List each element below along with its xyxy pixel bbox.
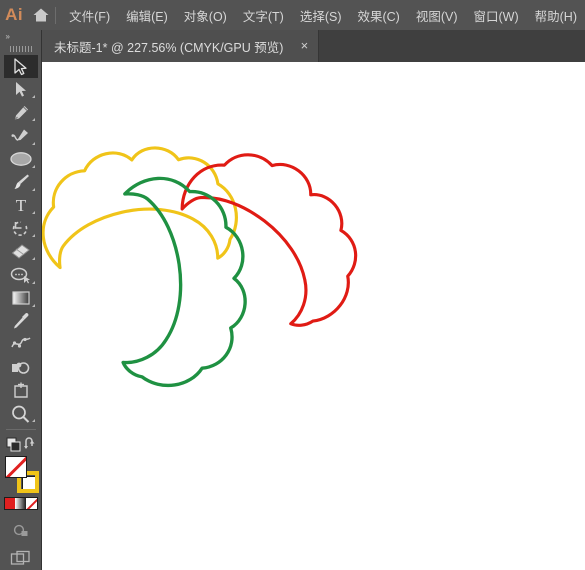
home-icon[interactable] (28, 0, 53, 30)
collapse-panel-icon[interactable]: » (0, 30, 42, 42)
shape-builder-tool[interactable] (4, 356, 38, 379)
flyout-indicator (31, 303, 35, 307)
artboard-tool[interactable] (4, 379, 38, 402)
direct-selection-tool[interactable] (4, 78, 38, 101)
artboard-icon (13, 382, 28, 398)
document-tab[interactable]: 未标题-1* @ 227.56% (CMYK/GPU 预览) × (42, 30, 320, 62)
menu-item-object[interactable]: 对象(O) (176, 0, 235, 30)
document-canvas[interactable] (42, 62, 585, 570)
pen-icon (14, 105, 28, 120)
gradient-icon (11, 291, 30, 305)
paintbrush-tool[interactable] (4, 171, 38, 194)
blend-tool[interactable] (4, 333, 38, 356)
color-mode-controls (3, 496, 38, 510)
tools-panel: » T (0, 30, 42, 570)
toolbar-divider (5, 429, 36, 431)
screen-mode-button[interactable] (4, 547, 38, 570)
menu-item-list: 文件(F) 编辑(E) 对象(O) 文字(T) 选择(S) 效果(C) 视图(V… (61, 0, 585, 30)
magnifier-icon (11, 405, 29, 423)
document-tab-label: 未标题-1* @ 227.56% (CMYK/GPU 预览) (54, 40, 284, 55)
gradient-swatch-icon[interactable] (15, 497, 26, 509)
svg-text:T: T (15, 196, 26, 214)
cloud-shape-red[interactable] (162, 120, 391, 342)
curvature-tool[interactable] (4, 124, 38, 147)
menu-item-effect[interactable]: 效果(C) (349, 0, 407, 30)
auspicious-cloud-shapes (42, 120, 391, 391)
eraser-tool[interactable] (4, 240, 38, 263)
rotate-tool[interactable] (4, 217, 38, 240)
zoom-tool[interactable] (4, 402, 38, 425)
menu-divider (55, 6, 57, 24)
flyout-indicator (31, 257, 35, 261)
illustrator-window: Ai 文件(F) 编辑(E) 对象(O) 文字(T) 选择(S) 效果(C) 视… (0, 0, 585, 570)
menu-bar: Ai 文件(F) 编辑(E) 对象(O) 文字(T) 选择(S) 效果(C) 视… (0, 0, 585, 30)
draw-behind-icon (13, 524, 27, 537)
cloud-shape-yellow[interactable] (42, 135, 244, 284)
ellipse-icon (9, 152, 32, 166)
eyedropper-icon (13, 313, 28, 329)
flyout-indicator (31, 95, 35, 99)
flyout-indicator (31, 211, 35, 215)
paintbrush-icon (14, 174, 29, 190)
pen-tool[interactable] (4, 101, 38, 124)
color-swatch-icon[interactable] (4, 497, 16, 509)
fill-swatch[interactable] (4, 455, 27, 478)
screen-mode-icon (10, 550, 30, 565)
home-glyph (33, 8, 49, 22)
type-t-icon: T (15, 196, 26, 214)
swap-fill-stroke-icon[interactable] (23, 437, 37, 451)
arrow-solid-icon (13, 57, 27, 75)
flyout-indicator (31, 280, 35, 284)
menu-item-select[interactable]: 选择(S) (292, 0, 350, 30)
fill-stroke-controls (0, 454, 42, 495)
eyedropper-tool[interactable] (4, 310, 38, 333)
drawing-mode-button[interactable] (4, 518, 38, 541)
flyout-indicator (31, 141, 35, 145)
flyout-indicator (31, 234, 35, 238)
lasso-icon (10, 267, 30, 284)
close-icon[interactable]: × (296, 38, 312, 54)
ellipse-tool[interactable] (4, 148, 38, 171)
menu-item-view[interactable]: 视图(V) (408, 0, 466, 30)
lasso-tool[interactable] (4, 263, 38, 286)
fill-stroke-header (0, 434, 42, 454)
menu-item-edit[interactable]: 编辑(E) (118, 0, 176, 30)
none-slash-icon (6, 457, 26, 477)
drag-grip-icon[interactable] (0, 42, 42, 54)
flyout-indicator (31, 164, 35, 168)
menu-item-window[interactable]: 窗口(W) (466, 0, 527, 30)
app-logo: Ai (5, 5, 24, 24)
arrow-filled-icon (15, 81, 26, 97)
curvature-icon (11, 129, 28, 141)
flyout-indicator (31, 419, 35, 423)
tab-bar: 未标题-1* @ 227.56% (CMYK/GPU 预览) × (0, 30, 585, 62)
gradient-tool[interactable] (4, 287, 38, 310)
none-swatch-icon[interactable] (25, 497, 37, 509)
type-tool[interactable]: T (4, 194, 38, 217)
eraser-icon (11, 244, 30, 259)
menu-item-help[interactable]: 帮助(H) (527, 0, 585, 30)
menu-item-type[interactable]: 文字(T) (235, 0, 292, 30)
draw-normal-icon[interactable] (6, 437, 24, 453)
flyout-indicator (31, 118, 35, 122)
menu-item-file[interactable]: 文件(F) (61, 0, 118, 30)
blend-icon (10, 337, 31, 348)
shape-builder-icon (11, 361, 29, 374)
flyout-indicator (31, 187, 35, 191)
selection-tool[interactable] (3, 54, 38, 79)
rotate-icon (12, 221, 27, 236)
